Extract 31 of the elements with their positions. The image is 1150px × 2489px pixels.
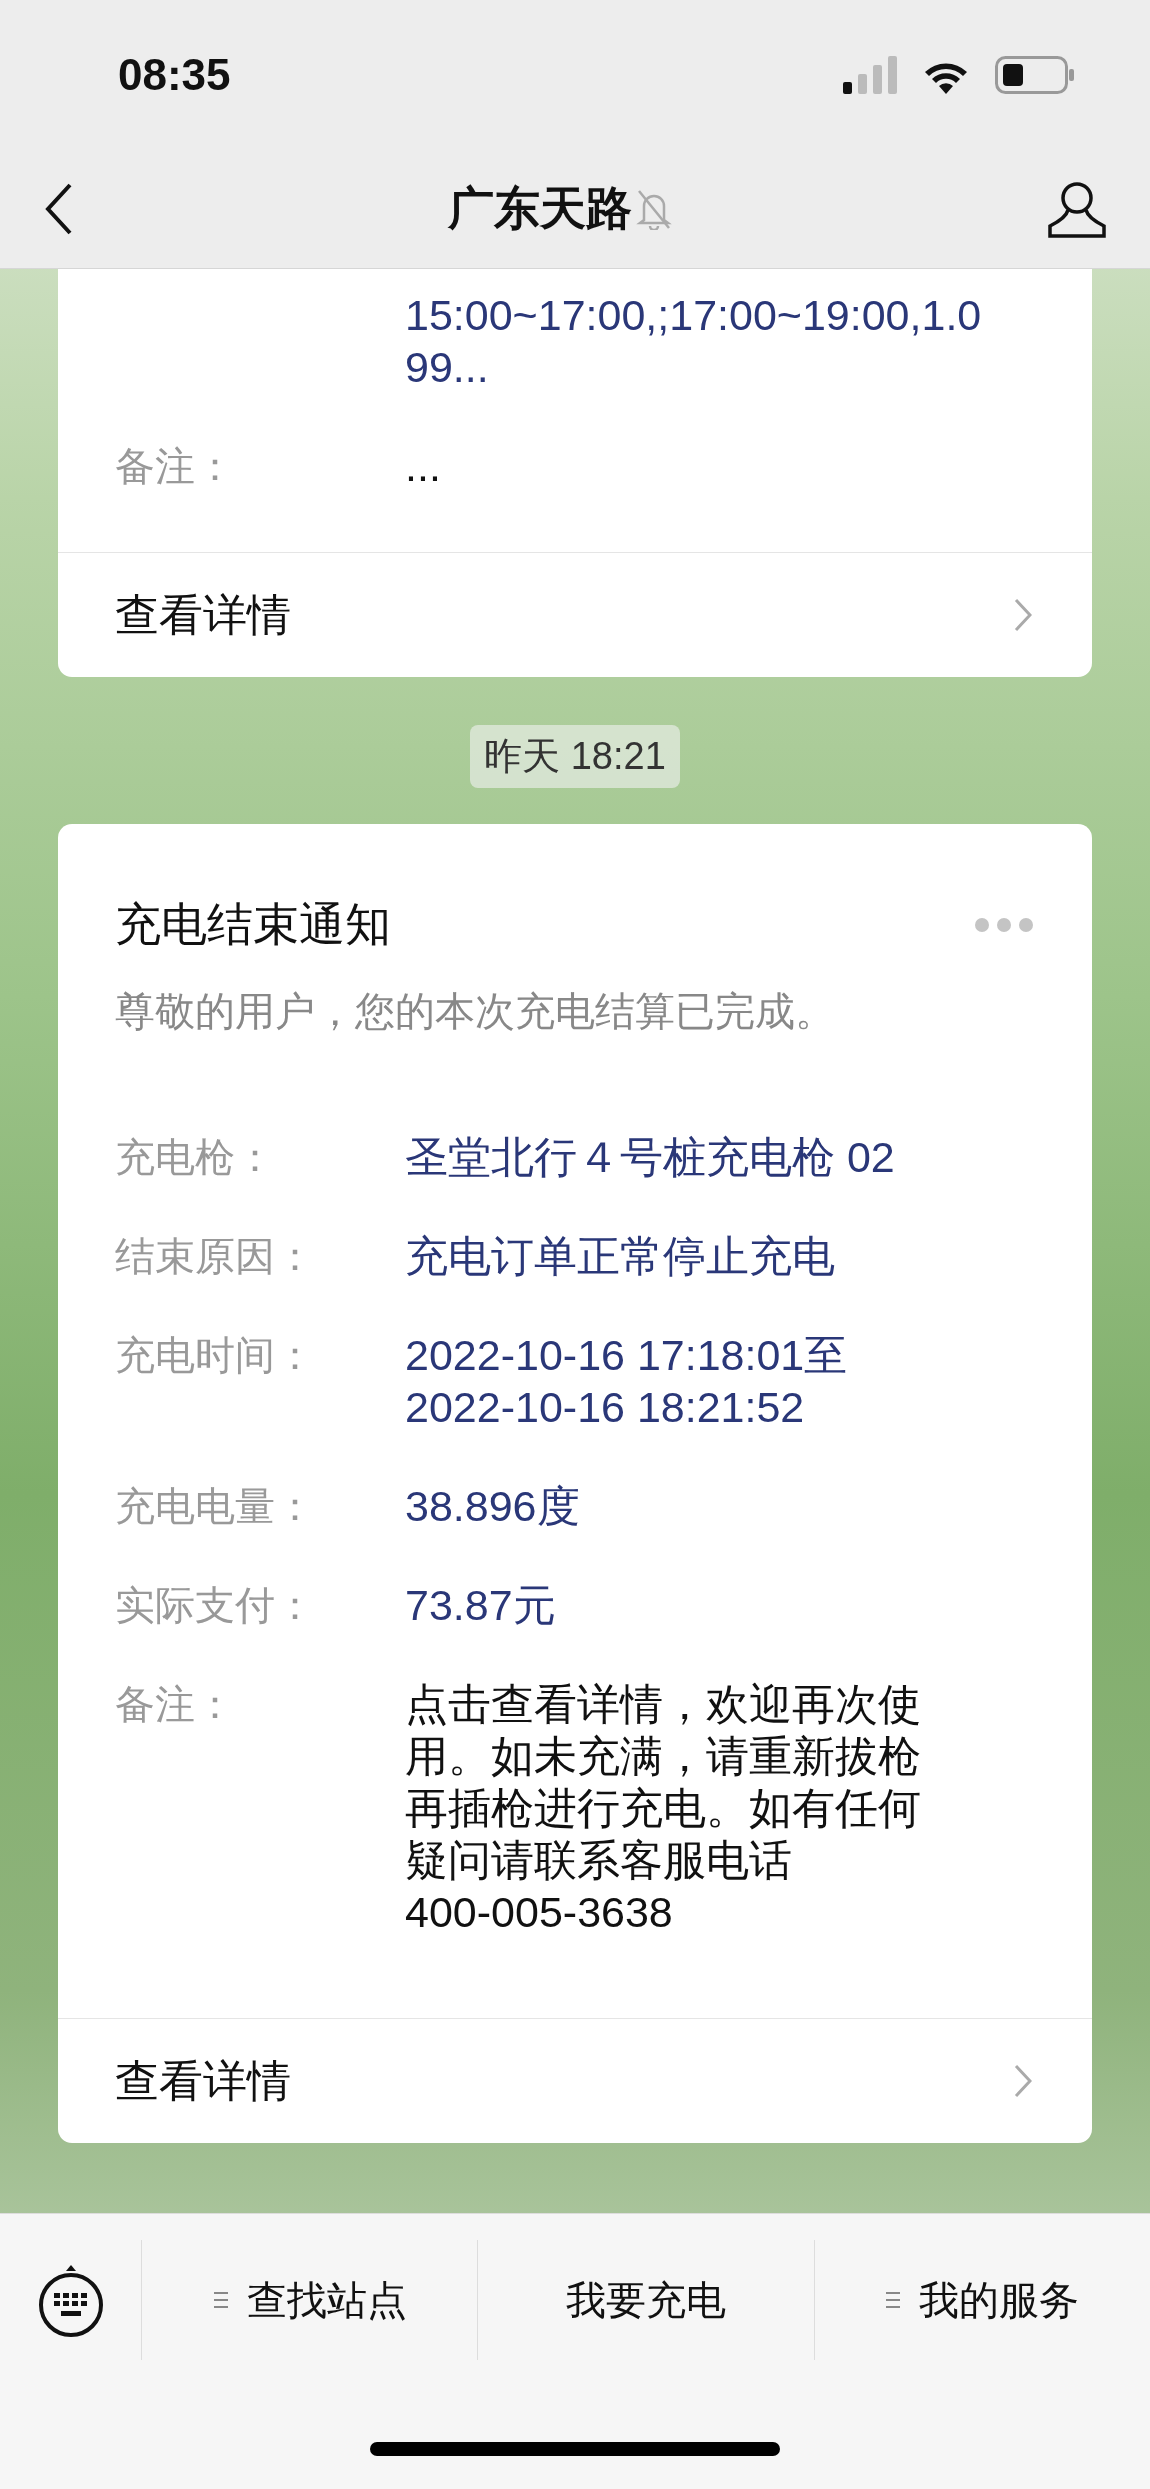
field-value: 充电订单正常停止充电 [405, 1231, 836, 1282]
field-value: ... [405, 441, 442, 492]
field-label: 实际支付： [115, 1583, 315, 1627]
card-subtitle: 尊敬的用户，您的本次充电结算已完成。 [114, 988, 836, 1035]
field-value: 2022-10-16 17:18:01至 2022-10-16 18:21:52 [405, 1330, 849, 1433]
chevron-right-icon [1014, 598, 1032, 632]
status-time: 08:35 [118, 50, 231, 100]
details-link[interactable]: 查看详情 [58, 552, 1092, 677]
field-value: 73.87元 [405, 1580, 557, 1631]
menu-item[interactable]: 我的服务 [814, 2240, 1150, 2360]
field-value: 点击查看详情，欢迎再次使用。如未充满，请重新拔枪再插枪进行充电。如有任何疑问请联系客服电话 400-005-3638 [405, 1679, 922, 1938]
field-label: 充电时间： [115, 1333, 315, 1377]
details-link[interactable]: 查看详情 [58, 2018, 1092, 2143]
chat-title: 广东天路 [448, 181, 632, 236]
field-label: 备注： [115, 1682, 235, 1726]
field-value: 圣堂北行４号桩充电枪 02 [405, 1132, 896, 1183]
field-label: 结束原因： [115, 1234, 315, 1278]
field-value: 38.896度 [405, 1481, 581, 1532]
battery-icon [995, 56, 1075, 94]
field-label: 充电电量： [115, 1484, 315, 1528]
field-value: 15:00~17:00,;17:00~19:00,1.0 99... [405, 290, 983, 393]
field-label: 充电枪： [115, 1135, 275, 1179]
chevron-right-icon [1014, 2064, 1032, 2098]
details-label: 查看详情 [115, 2054, 291, 2107]
card-title: 充电结束通知 [115, 897, 391, 952]
field-label: 备注： [115, 444, 235, 488]
menu-item[interactable]: 查找站点 [142, 2240, 479, 2360]
timestamp: 昨天 18:21 [470, 725, 680, 788]
menu-item[interactable]: 我要充电 [478, 2240, 815, 2360]
signal-icon [843, 56, 897, 94]
details-label: 查看详情 [115, 588, 291, 641]
